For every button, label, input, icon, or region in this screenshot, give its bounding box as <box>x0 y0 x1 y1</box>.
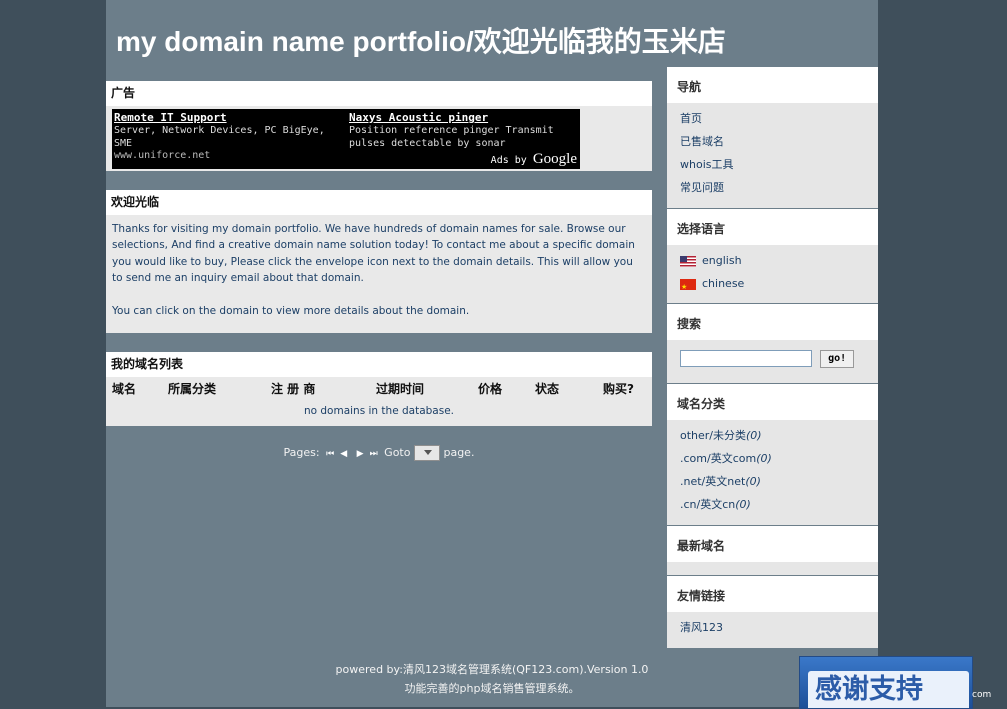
domain-list-box: 我的域名列表 域名 所属分类 注 册 商 过期时间 价格 状态 购买? no d… <box>106 352 652 426</box>
ad-title-link[interactable]: Naxys Acoustic pinger <box>349 111 579 124</box>
nav-panel: 导航 首页 已售域名 whois工具 常见问题 <box>667 67 878 208</box>
category-link-com[interactable]: .com/英文com(0) <box>680 447 878 470</box>
friend-links-panel: 友情链接 清风123 <box>667 576 878 648</box>
column-header-status[interactable]: 状态 <box>535 380 559 397</box>
empty-message: no domains in the database. <box>303 405 455 417</box>
language-list: english chinese <box>667 245 878 301</box>
category-name: .net/英文net <box>680 475 746 488</box>
friend-link-qingfeng[interactable]: 清风123 <box>680 616 878 639</box>
thanks-support-banner[interactable]: 感谢支持 <box>799 656 973 709</box>
nav-link-sold-domains[interactable]: 已售域名 <box>680 130 878 153</box>
category-link-other[interactable]: other/未分类(0) <box>680 424 878 447</box>
ads-box-heading: 广告 <box>106 81 652 106</box>
column-header-registrar[interactable]: 注 册 商 <box>271 380 315 397</box>
nav-heading: 导航 <box>667 67 878 103</box>
welcome-box-heading: 欢迎光临 <box>106 190 652 215</box>
latest-domains-heading: 最新域名 <box>667 526 878 562</box>
ad-unit[interactable]: Remote IT Support Server, Network Device… <box>114 111 344 161</box>
ad-text: pulses detectable by sonar <box>349 138 506 149</box>
category-name: other/未分类 <box>680 429 747 442</box>
category-link-net[interactable]: .net/英文net(0) <box>680 470 878 493</box>
category-name: .cn/英文cn <box>680 498 736 511</box>
nav-link-home[interactable]: 首页 <box>680 107 878 130</box>
latest-domains-panel: 最新域名 <box>667 526 878 575</box>
site-title: my domain name portfolio/欢迎光临我的玉米店 <box>116 26 726 57</box>
previous-page-icon[interactable]: ◀ <box>340 449 347 459</box>
page-label: page. <box>443 446 475 459</box>
search-input[interactable] <box>680 350 812 367</box>
language-panel: 选择语言 english chinese <box>667 209 878 303</box>
friend-links-heading: 友情链接 <box>667 576 878 612</box>
category-count: (0) <box>756 452 772 465</box>
welcome-text: Thanks for visiting my domain portfolio.… <box>106 215 652 319</box>
category-name: .com/英文com <box>680 452 757 465</box>
category-count: (0) <box>745 475 761 488</box>
welcome-box: 欢迎光临 Thanks for visiting my domain portf… <box>106 190 652 333</box>
domain-table-header: 域名 所属分类 注 册 商 过期时间 价格 状态 购买? <box>106 377 652 401</box>
category-count: (0) <box>746 429 762 442</box>
thanks-support-text: 感谢支持 <box>808 671 969 708</box>
column-header-domain[interactable]: 域名 <box>112 380 136 397</box>
column-header-expiry[interactable]: 过期时间 <box>376 380 424 397</box>
language-chinese-label: chinese <box>702 277 745 290</box>
language-chinese-link[interactable]: chinese <box>680 272 878 299</box>
search-panel: 搜索 go! <box>667 304 878 383</box>
language-english-link[interactable]: english <box>680 249 878 272</box>
pager: Pages: ⏮ ◀ ▶ ⏭ Goto page. <box>106 445 652 461</box>
welcome-paragraph: You can click on the domain to view more… <box>112 304 470 317</box>
footer: powered by:清风123域名管理系统(QF123.com).Versio… <box>106 660 878 698</box>
friend-links-list: 清风123 <box>667 612 878 645</box>
ad-unit[interactable]: Naxys Acoustic pinger Position reference… <box>349 111 579 150</box>
ad-url[interactable]: www.uniforce.net <box>114 150 344 161</box>
column-header-category[interactable]: 所属分类 <box>168 380 216 397</box>
google-logo: Google <box>532 151 577 167</box>
corner-text: com <box>972 690 992 700</box>
last-page-icon[interactable]: ⏭ <box>370 449 378 459</box>
ads-by-google-link[interactable]: Ads by Google <box>491 151 577 168</box>
column-header-buy[interactable]: 购买? <box>603 380 634 397</box>
language-heading: 选择语言 <box>667 209 878 245</box>
footer-tagline: 功能完善的php域名销售管理系统。 <box>404 682 580 695</box>
goto-label: Goto <box>384 446 411 459</box>
domain-list-heading: 我的域名列表 <box>106 352 652 377</box>
ads-by-label: Ads by <box>490 155 527 166</box>
ad-title-link[interactable]: Remote IT Support <box>114 111 344 124</box>
welcome-paragraph: Thanks for visiting my domain portfolio.… <box>112 223 635 285</box>
language-english-label: english <box>702 254 742 267</box>
category-panel: 域名分类 other/未分类(0) .com/英文com(0) .net/英文n… <box>667 384 878 525</box>
category-list: other/未分类(0) .com/英文com(0) .net/英文net(0)… <box>667 420 878 522</box>
next-page-icon[interactable]: ▶ <box>357 449 364 459</box>
page-container: my domain name portfolio/欢迎光临我的玉米店 广告 Re… <box>106 0 878 707</box>
search-row: go! <box>667 340 878 379</box>
ads-box: 广告 Remote IT Support Server, Network Dev… <box>106 81 652 171</box>
search-heading: 搜索 <box>667 304 878 340</box>
nav-list: 首页 已售域名 whois工具 常见问题 <box>667 103 878 205</box>
category-count: (0) <box>735 498 751 511</box>
nav-link-faq[interactable]: 常见问题 <box>680 176 878 199</box>
column-header-price[interactable]: 价格 <box>478 380 502 397</box>
us-flag-icon <box>680 255 696 267</box>
ad-text: Position reference pinger Transmit <box>349 125 554 136</box>
pages-label: Pages: <box>283 446 320 459</box>
category-link-cn[interactable]: .cn/英文cn(0) <box>680 493 878 516</box>
search-go-button[interactable]: go! <box>820 349 855 368</box>
china-flag-icon <box>680 276 696 299</box>
ad-text: Server, Network Devices, PC BigEye, SME <box>114 125 325 149</box>
ad-banner: Remote IT Support Server, Network Device… <box>112 109 580 169</box>
goto-page-select[interactable] <box>413 445 440 461</box>
nav-link-whois[interactable]: whois工具 <box>680 153 878 176</box>
category-heading: 域名分类 <box>667 384 878 420</box>
first-page-icon[interactable]: ⏮ <box>326 449 334 459</box>
footer-powered-by: powered by:清风123域名管理系统(QF123.com).Versio… <box>335 663 649 676</box>
